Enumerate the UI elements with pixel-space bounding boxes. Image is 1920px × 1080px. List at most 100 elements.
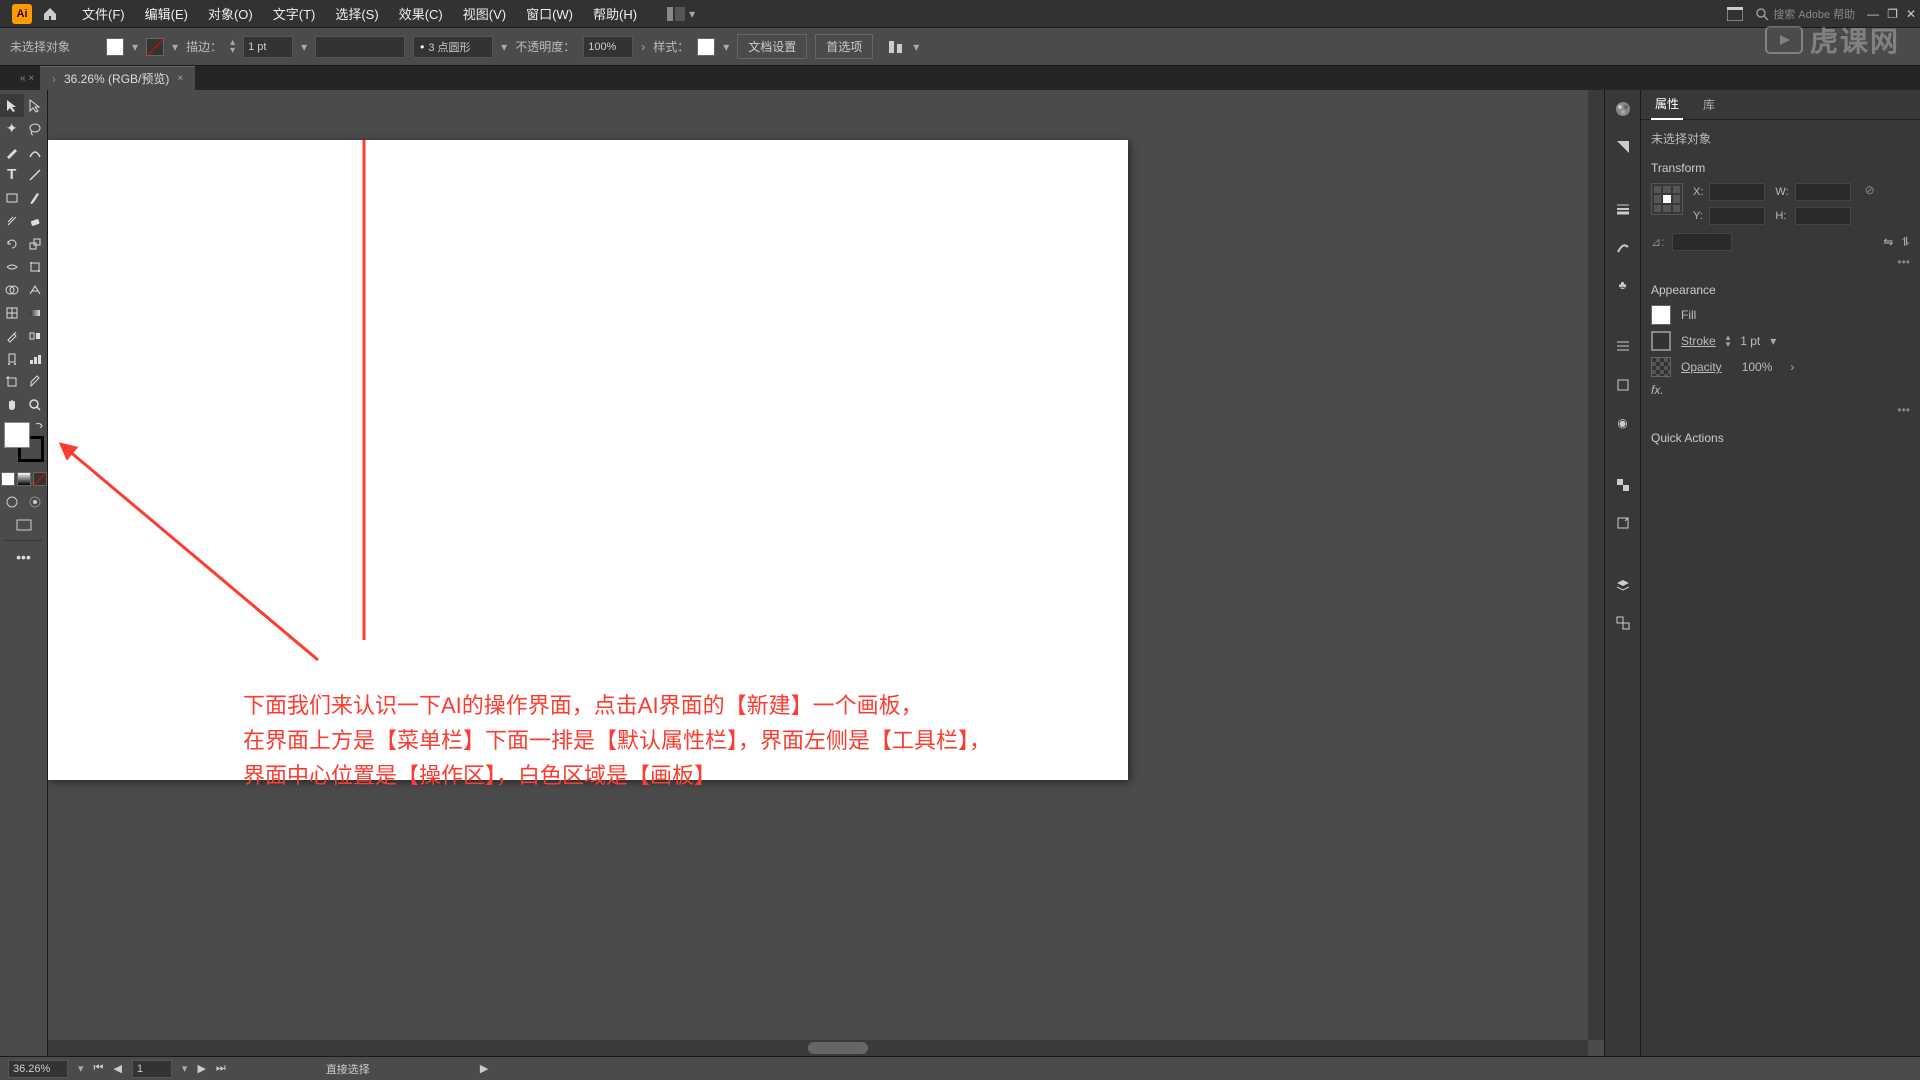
menu-file[interactable]: 文件(F) — [72, 0, 135, 27]
style-swatch[interactable] — [697, 38, 715, 56]
draw-mode-behind[interactable] — [24, 490, 48, 513]
rotate-tool[interactable] — [0, 232, 24, 255]
transform-x-input[interactable] — [1709, 183, 1765, 201]
swatches-panel-icon[interactable] — [1612, 136, 1634, 158]
brushes-panel-icon[interactable] — [1612, 236, 1634, 258]
artboard-nav-input[interactable] — [132, 1060, 172, 1078]
more-options-icon[interactable]: ••• — [1651, 403, 1910, 417]
opacity-expand-icon[interactable]: › — [641, 40, 645, 54]
prev-artboard-icon[interactable]: ◀ — [113, 1062, 121, 1075]
color-panel-icon[interactable] — [1612, 98, 1634, 120]
color-mode-gradient[interactable] — [17, 472, 31, 486]
line-tool[interactable] — [24, 163, 48, 186]
column-graph-tool[interactable] — [24, 347, 48, 370]
flip-h-icon[interactable]: ⇋ — [1883, 235, 1893, 249]
width-tool[interactable] — [0, 255, 24, 278]
tab-properties[interactable]: 属性 — [1651, 89, 1683, 120]
scale-tool[interactable] — [24, 232, 48, 255]
artboard-tool[interactable] — [0, 370, 24, 393]
link-wh-icon[interactable]: ⊘ — [1865, 183, 1875, 197]
asset-export-icon[interactable] — [1612, 512, 1634, 534]
chevron-down-icon[interactable]: ▾ — [723, 40, 729, 54]
color-mode-none[interactable] — [33, 472, 47, 486]
menu-window[interactable]: 窗口(W) — [516, 0, 583, 27]
eraser-tool[interactable] — [24, 209, 48, 232]
brush-select[interactable]: •3 点圆形 — [413, 36, 493, 58]
screen-mode-icon[interactable] — [0, 513, 47, 536]
opacity-swatch-panel[interactable] — [1651, 357, 1671, 377]
gradient-tool[interactable] — [24, 301, 48, 324]
transform-y-input[interactable] — [1709, 207, 1765, 225]
first-artboard-icon[interactable]: ⏮ — [94, 1062, 104, 1075]
chevron-down-icon[interactable]: ▾ — [301, 40, 307, 54]
maximize-icon[interactable]: ❐ — [1887, 7, 1898, 21]
stepper-icon[interactable]: ▴▾ — [230, 39, 235, 55]
zoom-tool[interactable] — [24, 393, 48, 416]
status-expand-icon[interactable]: ▶ — [480, 1062, 488, 1075]
stepper-icon[interactable]: ▴▾ — [1726, 334, 1731, 348]
fill-stroke-control[interactable] — [4, 422, 44, 462]
menu-effect[interactable]: 效果(C) — [389, 0, 453, 27]
arrange-icon[interactable] — [1727, 7, 1743, 21]
flip-v-icon[interactable]: ⥮ — [1901, 235, 1910, 250]
rectangle-tool[interactable] — [0, 186, 24, 209]
chevron-down-icon[interactable]: ▾ — [172, 40, 178, 54]
slice-tool[interactable] — [24, 370, 48, 393]
pen-tool[interactable] — [0, 140, 24, 163]
shaper-tool[interactable] — [0, 209, 24, 232]
draw-mode-normal[interactable] — [0, 490, 24, 513]
preferences-button[interactable]: 首选项 — [815, 34, 873, 59]
transform-w-input[interactable] — [1795, 183, 1851, 201]
symbol-sprayer-tool[interactable] — [0, 347, 24, 370]
stroke-weight-input[interactable] — [243, 36, 293, 58]
menu-type[interactable]: 文字(T) — [263, 0, 326, 27]
align-icon[interactable] — [887, 38, 905, 56]
workspace-switcher[interactable]: ▾ — [667, 7, 695, 21]
paintbrush-tool[interactable] — [24, 186, 48, 209]
artboards-panel-icon[interactable] — [1612, 612, 1634, 634]
type-tool[interactable]: T — [0, 163, 24, 186]
minimize-icon[interactable]: — — [1867, 7, 1879, 21]
color-mode-solid[interactable] — [1, 472, 15, 486]
menu-object[interactable]: 对象(O) — [198, 0, 263, 27]
close-icon[interactable]: ✕ — [1906, 7, 1916, 21]
home-icon[interactable] — [40, 4, 60, 24]
stroke-swatch[interactable] — [146, 38, 164, 56]
lasso-tool[interactable] — [24, 117, 48, 140]
magic-wand-tool[interactable]: ✦ — [0, 117, 24, 140]
rotate-input[interactable] — [1672, 233, 1732, 251]
menu-view[interactable]: 视图(V) — [453, 0, 516, 27]
more-options-icon[interactable]: ••• — [1651, 255, 1910, 269]
var-width-profile[interactable] — [315, 36, 405, 58]
document-tab[interactable]: › 36.26% (RGB/预览) × — [40, 66, 195, 90]
shape-builder-tool[interactable] — [0, 278, 24, 301]
scrollbar-horizontal[interactable] — [48, 1040, 1588, 1056]
stroke-swatch-panel[interactable] — [1651, 331, 1671, 351]
tab-libraries[interactable]: 库 — [1699, 90, 1719, 119]
perspective-grid-tool[interactable] — [24, 278, 48, 301]
fill-swatch-panel[interactable] — [1651, 305, 1671, 325]
direct-selection-tool[interactable] — [24, 94, 48, 117]
mesh-tool[interactable] — [0, 301, 24, 324]
menu-select[interactable]: 选择(S) — [325, 0, 388, 27]
transform-panel-icon[interactable] — [1612, 374, 1634, 396]
tab-close-inactive[interactable]: « × — [20, 73, 34, 84]
chevron-down-icon[interactable]: ▾ — [501, 40, 507, 54]
document-setup-button[interactable]: 文档设置 — [737, 34, 807, 59]
fx-label[interactable]: fx. — [1651, 383, 1664, 397]
free-transform-tool[interactable] — [24, 255, 48, 278]
fill-swatch[interactable] — [106, 38, 124, 56]
selection-tool[interactable] — [0, 94, 24, 117]
symbols-panel-icon[interactable]: ♣ — [1612, 274, 1634, 296]
menu-edit[interactable]: 编辑(E) — [135, 0, 198, 27]
canvas-area[interactable]: 下面我们来认识一下AI的操作界面，点击AI界面的【新建】一个画板， 在界面上方是… — [48, 90, 1604, 1056]
layers-panel-icon[interactable] — [1612, 574, 1634, 596]
transparency-panel-icon[interactable] — [1612, 474, 1634, 496]
blend-tool[interactable] — [24, 324, 48, 347]
transform-h-input[interactable] — [1795, 207, 1851, 225]
tab-close-icon[interactable]: × — [177, 73, 183, 84]
zoom-input[interactable] — [8, 1060, 68, 1078]
next-artboard-icon[interactable]: ▶ — [197, 1062, 205, 1075]
reference-point[interactable] — [1651, 183, 1683, 215]
edit-toolbar-icon[interactable]: ••• — [0, 545, 47, 568]
